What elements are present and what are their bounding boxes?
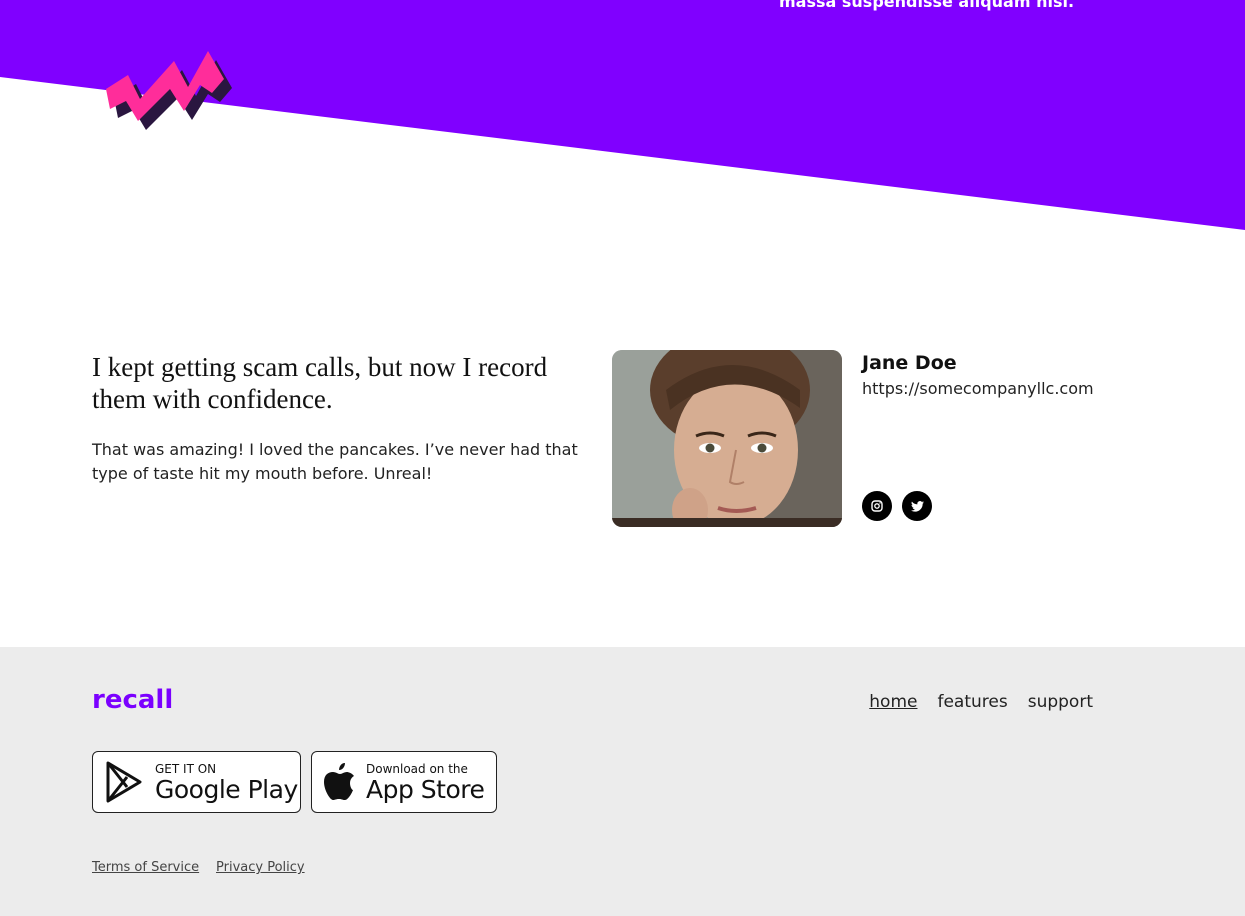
twitter-icon [910,500,924,512]
portrait-illustration [612,350,842,527]
nav-home[interactable]: home [869,692,917,712]
app-store-button[interactable]: Download on the App Store [311,751,497,813]
hero-overflow-text: massa suspendisse aliquam nisi. [779,0,1075,11]
google-play-button[interactable]: GET IT ON Google Play [92,751,301,813]
testimonial-body: That was amazing! I loved the pancakes. … [92,440,578,483]
google-play-big: Google Play [155,774,298,804]
google-play-text: GET IT ON Google Play [155,762,298,803]
footer-nav: home features support [869,692,1093,712]
page: massa suspendisse aliquam nisi. I kept g… [0,0,1245,916]
app-store-small: Download on the [366,761,468,776]
app-store-big: App Store [366,774,485,804]
instagram-button[interactable] [862,491,892,521]
google-play-icon [106,761,142,803]
person-name: Jane Doe [862,352,957,374]
google-play-small: GET IT ON [155,761,217,776]
terms-link[interactable]: Terms of Service [92,860,199,875]
nav-features[interactable]: features [937,692,1007,712]
zigzag-decoration-icon [106,51,232,130]
person-url-link[interactable]: https://somecompanyllc.com [862,379,1094,398]
portrait-photo [612,350,842,527]
twitter-button[interactable] [902,491,932,521]
footer: recall home features support GET IT ON G… [0,647,1245,916]
nav-support[interactable]: support [1028,692,1093,712]
app-store-text: Download on the App Store [366,761,485,804]
footer-logo[interactable]: recall [92,685,173,715]
testimonial-quote: I kept getting scam calls, but now I rec… [92,352,548,414]
instagram-icon [871,500,883,512]
apple-icon [324,763,354,800]
privacy-link[interactable]: Privacy Policy [216,860,305,875]
